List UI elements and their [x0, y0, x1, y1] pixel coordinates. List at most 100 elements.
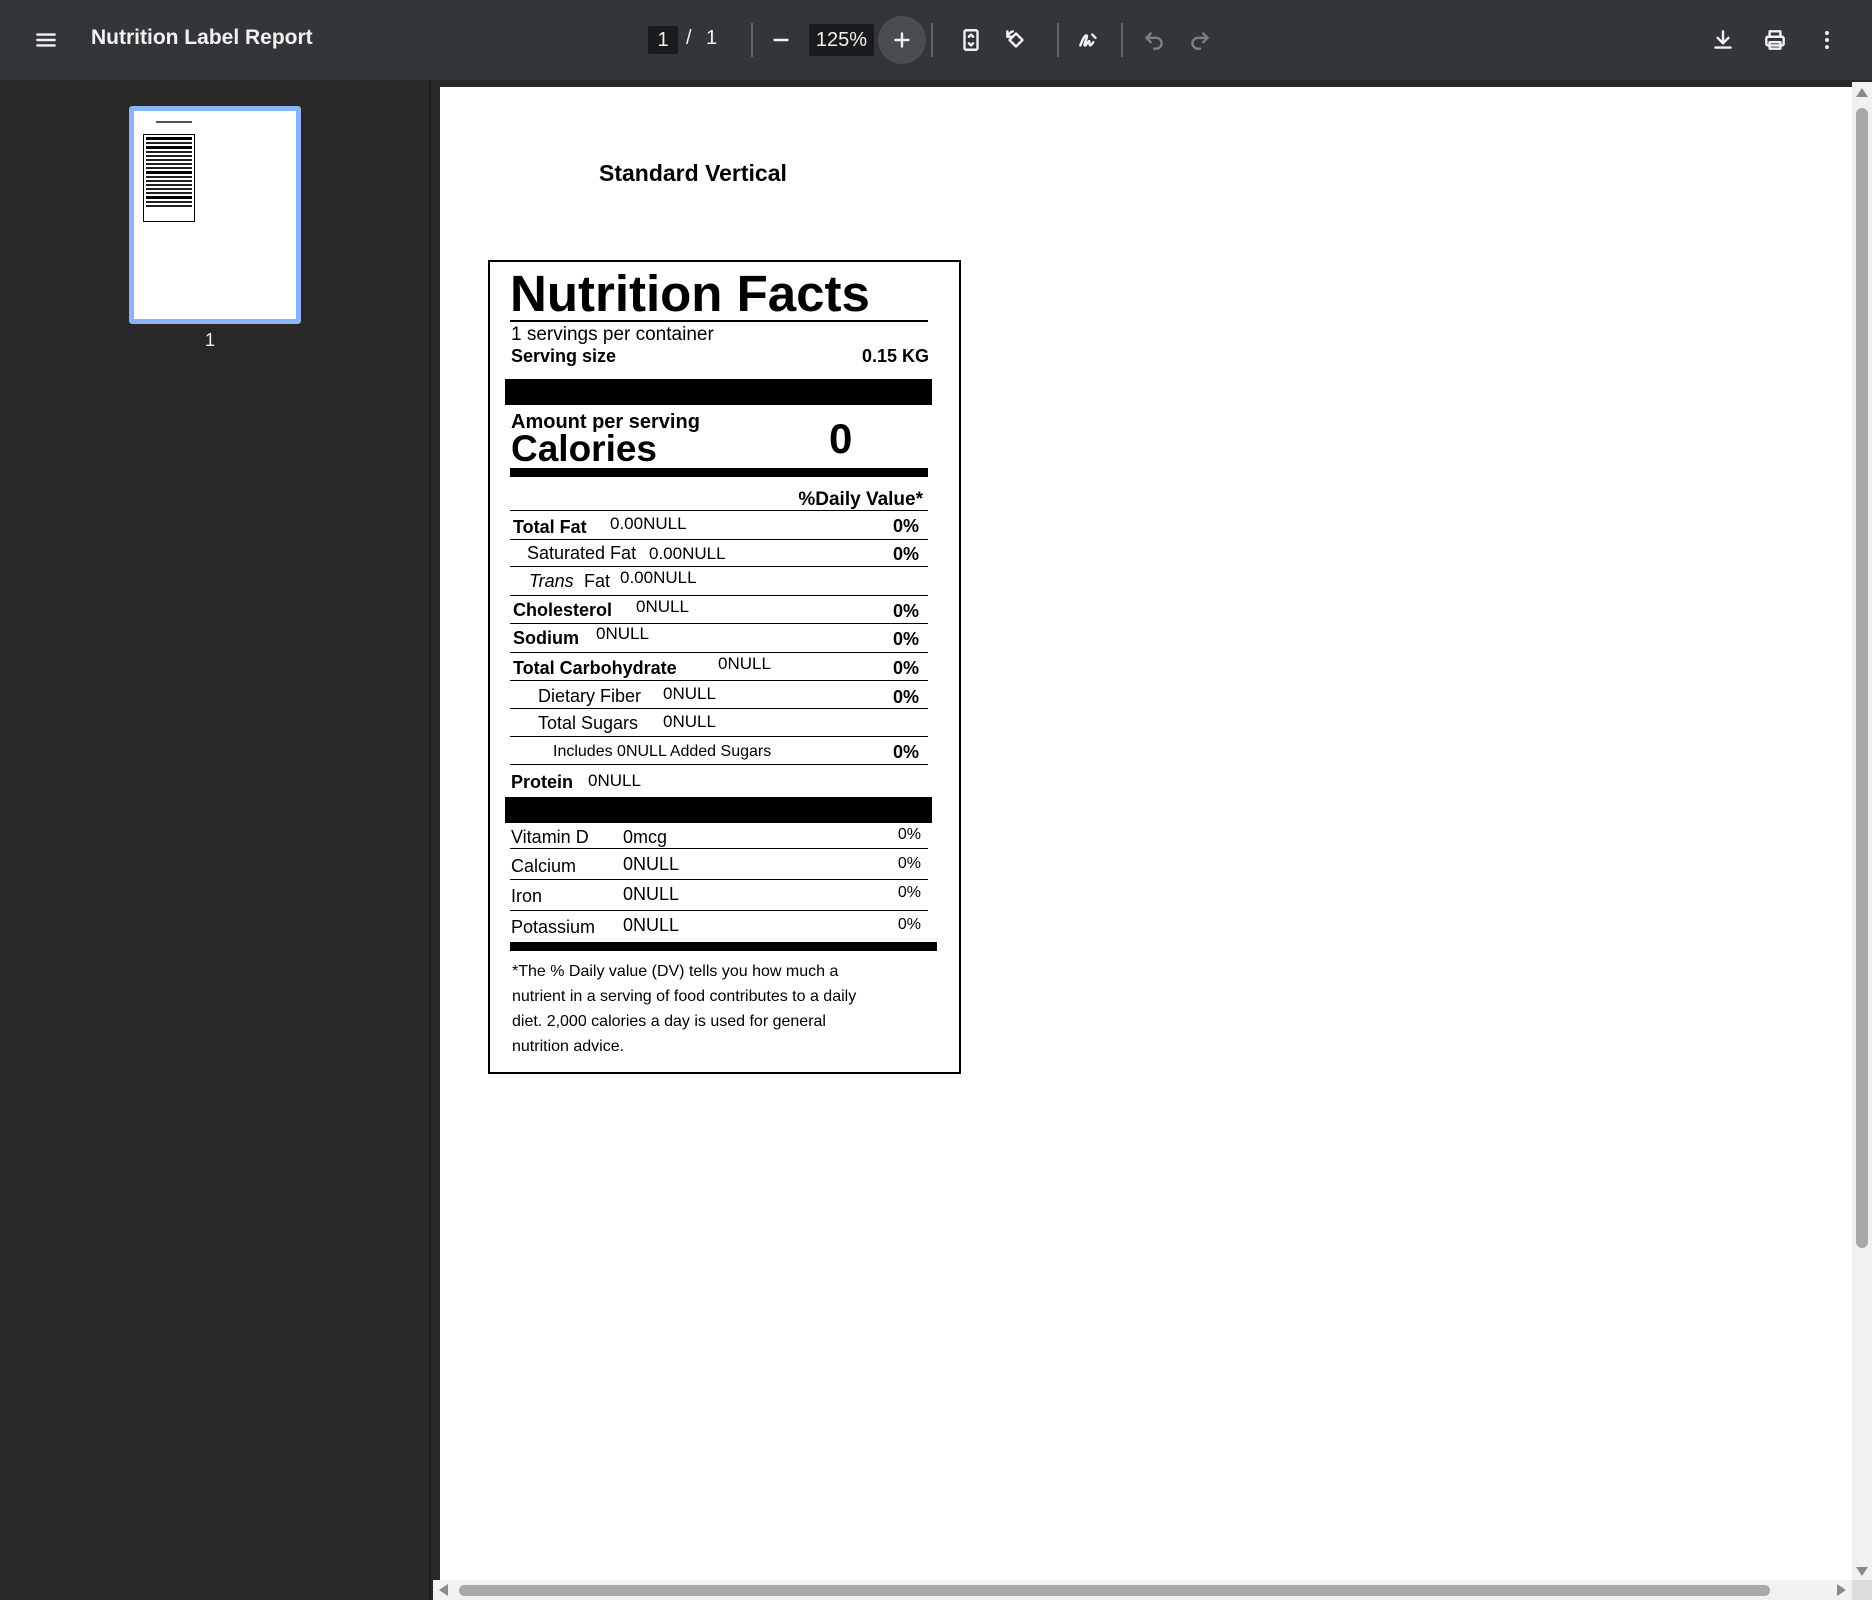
report-title: Standard Vertical: [599, 160, 787, 186]
print-button[interactable]: [1751, 16, 1799, 64]
download-icon: [1714, 30, 1732, 49]
scroll-left-arrow-icon[interactable]: [439, 1584, 448, 1596]
rule: [510, 680, 928, 681]
iron-amount: 0NULL: [623, 884, 680, 904]
redo-button[interactable]: [1176, 16, 1224, 64]
potassium-amount: 0NULL: [623, 915, 680, 935]
zoom-out-button[interactable]: [757, 16, 805, 64]
sodium-amount: 0NULL: [596, 624, 649, 643]
document-viewer: Standard Vertical Nutrition Facts 1 serv…: [433, 80, 1872, 1600]
dietary-fiber-name: Dietary Fiber: [538, 686, 642, 706]
thumbnail-title-line: [156, 121, 192, 123]
total-sugars-name: Total Sugars: [538, 713, 639, 733]
vitamin-d-name: Vitamin D: [511, 827, 589, 847]
rule: [510, 510, 928, 511]
more-vertical-icon: [1825, 31, 1829, 49]
cholesterol-amount: 0NULL: [636, 597, 689, 616]
cholesterol-name: Cholesterol: [513, 600, 613, 620]
thick-bar: [505, 797, 932, 823]
total-carbohydrate-amount: 0NULL: [718, 654, 771, 673]
label-heading: Nutrition Facts: [510, 265, 870, 322]
serving-size-value: 0.15 KG: [861, 346, 929, 366]
plus-icon: [894, 32, 910, 48]
trans-fat-amount: 0.00NULL: [620, 568, 697, 587]
trans-fat-name: Fat: [584, 571, 611, 591]
thumbnail-sidebar: 1: [0, 80, 431, 1600]
fit-to-page-button[interactable]: [947, 16, 995, 64]
footnote-line: nutrition advice.: [512, 1038, 625, 1055]
rule: [510, 848, 928, 849]
undo-button[interactable]: [1130, 16, 1178, 64]
rule: [510, 566, 928, 567]
pdf-toolbar: Nutrition Label Report 1 / 1 125%: [0, 0, 1872, 80]
rule: [510, 595, 928, 596]
scroll-right-arrow-icon[interactable]: [1837, 1584, 1846, 1596]
rule: [510, 879, 928, 880]
rotate-button[interactable]: [992, 16, 1040, 64]
footnote-line: nutrient in a serving of food contribute…: [512, 988, 857, 1005]
horizontal-scrollbar-thumb[interactable]: [459, 1585, 1770, 1596]
protein-amount: 0NULL: [588, 771, 641, 790]
calories-value: 0: [829, 415, 853, 462]
rule: [510, 652, 928, 653]
footnote-line: diet. 2,000 calories a day is used for g…: [512, 1013, 826, 1030]
total-fat-name: Total Fat: [513, 517, 587, 537]
thick-bar: [505, 379, 932, 405]
calcium-name: Calcium: [511, 856, 577, 876]
servings-per-container: 1 servings per container: [511, 324, 714, 345]
redo-icon: [1191, 32, 1209, 50]
nutrition-facts-label: Nutrition Facts 1 servings per container…: [488, 260, 961, 1074]
more-actions-button[interactable]: [1803, 16, 1851, 64]
total-fat-amount: 0.00NULL: [610, 514, 687, 533]
total-fat-dv: 0%: [892, 516, 919, 536]
saturated-fat-amount: 0.00NULL: [649, 544, 726, 563]
trans-fat-italic: Trans: [529, 571, 574, 591]
zoom-level-input[interactable]: 125%: [809, 24, 874, 56]
saturated-fat-name: Saturated Fat: [527, 543, 637, 563]
vertical-scrollbar-thumb[interactable]: [1856, 108, 1868, 1248]
cholesterol-dv: 0%: [892, 601, 919, 621]
calcium-amount: 0NULL: [623, 854, 680, 874]
page-thumbnail[interactable]: [129, 106, 301, 324]
vertical-scrollbar[interactable]: [1852, 82, 1872, 1582]
toolbar-divider: [1121, 23, 1123, 57]
scroll-up-arrow-icon[interactable]: [1856, 88, 1868, 97]
vitamin-d-dv: 0%: [897, 826, 921, 843]
page-separator: /: [686, 27, 692, 49]
document-title: Nutrition Label Report: [91, 26, 313, 49]
printer-icon: [1765, 30, 1785, 50]
scrollbar-corner: [1852, 1580, 1872, 1600]
thick-rule: [510, 942, 937, 951]
thick-rule: [510, 468, 928, 477]
thumbnail-label-preview: [143, 134, 195, 222]
total-carbohydrate-dv: 0%: [892, 658, 919, 678]
page-count: 1: [706, 27, 718, 49]
rule: [510, 708, 928, 709]
saturated-fat-dv: 0%: [892, 544, 919, 564]
calcium-dv: 0%: [897, 855, 921, 872]
page-number-input[interactable]: 1: [648, 26, 678, 54]
sodium-name: Sodium: [513, 628, 579, 648]
rule: [510, 623, 928, 624]
daily-value-header: %Daily Value*: [798, 489, 923, 510]
rule: [510, 320, 928, 322]
total-carbohydrate-name: Total Carbohydrate: [513, 658, 677, 678]
added-sugars-text: Includes 0NULL Added Sugars: [553, 743, 772, 760]
horizontal-scrollbar[interactable]: [433, 1580, 1852, 1600]
draw-signature-icon: [1079, 33, 1097, 47]
iron-dv: 0%: [897, 884, 921, 901]
zoom-in-button[interactable]: [878, 16, 926, 64]
vitamin-d-amount: 0mcg: [623, 827, 668, 847]
footnote-line: *The % Daily value (DV) tells you how mu…: [512, 963, 839, 980]
menu-button[interactable]: [22, 16, 70, 64]
scroll-down-arrow-icon[interactable]: [1856, 1567, 1868, 1576]
annotate-button[interactable]: [1065, 16, 1113, 64]
rule: [510, 736, 928, 737]
thumbnail-page-number: 1: [205, 330, 216, 350]
rotate-icon: [1006, 30, 1024, 48]
rule: [510, 910, 928, 911]
sodium-dv: 0%: [892, 629, 919, 649]
download-button[interactable]: [1699, 16, 1747, 64]
serving-size-label: Serving size: [511, 346, 617, 366]
toolbar-divider: [751, 23, 753, 57]
